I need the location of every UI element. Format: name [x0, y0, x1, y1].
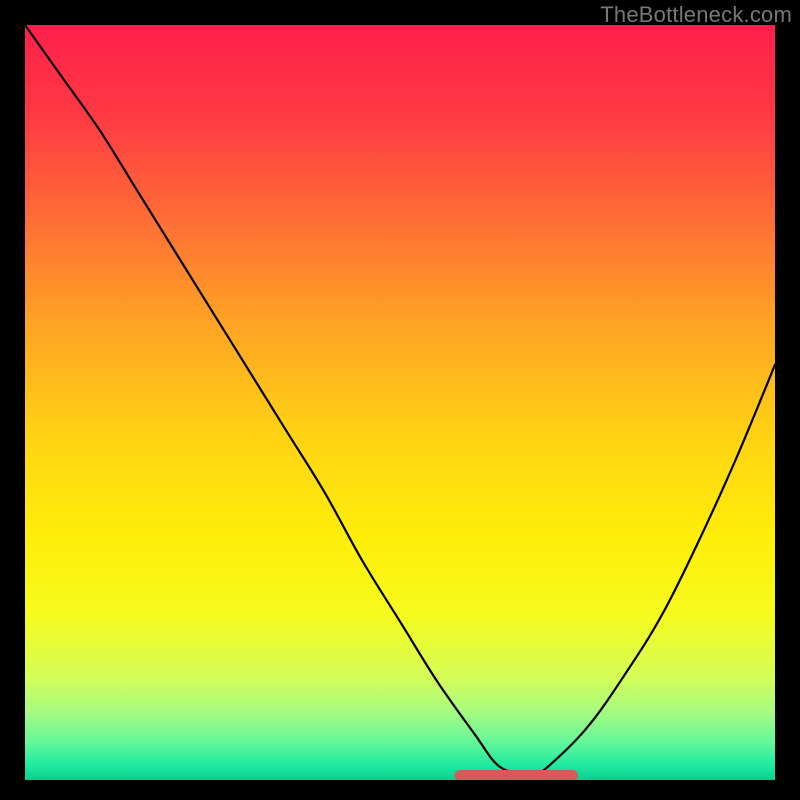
curve-layer	[25, 25, 775, 780]
watermark-text: TheBottleneck.com	[600, 2, 792, 28]
chart-frame: TheBottleneck.com	[0, 0, 800, 800]
plot-area	[25, 25, 775, 780]
bottleneck-curve	[25, 25, 775, 775]
